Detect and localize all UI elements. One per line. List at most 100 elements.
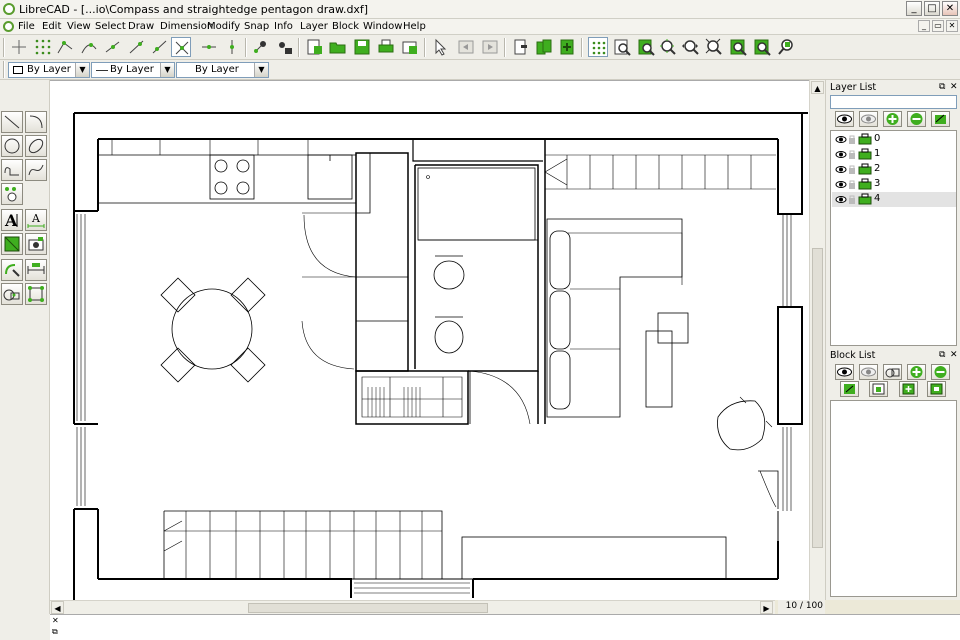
menu-window[interactable]: Window — [363, 21, 402, 32]
new-file-icon[interactable] — [304, 37, 324, 57]
menu-help[interactable]: Help — [403, 21, 426, 32]
doc-close-button[interactable]: ✕ — [946, 20, 958, 32]
show-all-blocks-icon[interactable] — [835, 364, 854, 380]
print-icon[interactable] — [376, 37, 396, 57]
modify-tool-icon[interactable] — [1, 259, 23, 281]
snap-intersection-icon[interactable] — [171, 37, 191, 57]
snap-distance-icon[interactable] — [150, 37, 170, 57]
arc-tool-icon[interactable] — [25, 111, 47, 133]
float-dock-icon[interactable]: ⧉ — [52, 627, 58, 637]
restrict-horizontal-icon[interactable] — [199, 37, 219, 57]
minimize-button[interactable]: _ — [906, 1, 922, 16]
show-all-layers-icon[interactable] — [835, 111, 854, 127]
lock-relative-zero-icon[interactable] — [274, 37, 294, 57]
doc-restore-button[interactable]: ▭ — [932, 20, 944, 32]
close-dock-icon[interactable]: ✕ — [950, 350, 958, 360]
hide-all-blocks-icon[interactable] — [859, 364, 878, 380]
block-properties-icon[interactable] — [927, 381, 946, 397]
zoom-auto-icon[interactable] — [681, 37, 701, 57]
image-tool-icon[interactable] — [25, 233, 47, 255]
add-block-icon[interactable] — [907, 364, 926, 380]
ellipse-tool-icon[interactable] — [25, 135, 47, 157]
horizontal-scroll-thumb[interactable] — [248, 603, 488, 613]
float-dock-icon[interactable]: ⧉ — [939, 82, 945, 92]
cut-icon[interactable] — [510, 37, 530, 57]
scroll-up-icon[interactable]: ▲ — [811, 81, 824, 94]
open-file-icon[interactable] — [328, 37, 348, 57]
doc-minimize-button[interactable]: _ — [918, 20, 930, 32]
save-block-icon[interactable] — [869, 381, 888, 397]
snap-free-icon[interactable] — [9, 37, 29, 57]
layer-row[interactable]: 1 — [832, 147, 956, 162]
select-tool-icon[interactable] — [1, 183, 23, 205]
horizontal-scrollbar[interactable]: ◀ ▶ — [50, 600, 775, 614]
snap-center-icon[interactable] — [103, 37, 123, 57]
text-tool-icon[interactable]: A — [1, 209, 23, 231]
zoom-previous-icon[interactable] — [704, 37, 724, 57]
layer-visibility-lock-print-icon[interactable] — [835, 193, 873, 206]
layer-row[interactable]: 3 — [832, 177, 956, 192]
polyline-tool-icon[interactable] — [1, 159, 23, 181]
menu-draw[interactable]: Draw — [128, 21, 154, 32]
maximize-button[interactable]: □ — [924, 1, 940, 16]
select-pointer-icon[interactable] — [430, 37, 450, 57]
layer-visibility-lock-print-icon[interactable] — [835, 148, 873, 161]
vertical-scrollbar[interactable]: ▲ — [809, 80, 825, 600]
add-layer-icon[interactable] — [883, 111, 902, 127]
relative-zero-icon[interactable] — [250, 37, 270, 57]
snap-middle-icon[interactable] — [127, 37, 147, 57]
remove-layer-icon[interactable] — [907, 111, 926, 127]
menu-snap[interactable]: Snap — [244, 21, 269, 32]
line-width-combo[interactable]: By Layer ▼ — [176, 62, 269, 78]
zoom-redraw-icon[interactable] — [612, 37, 632, 57]
menu-view[interactable]: View — [67, 21, 91, 32]
close-button[interactable]: ✕ — [942, 1, 958, 16]
menu-info[interactable]: Info — [274, 21, 293, 32]
command-line[interactable]: ✕ ⧉ — [50, 614, 960, 640]
hide-all-layers-icon[interactable] — [859, 111, 878, 127]
measure-tool-icon[interactable] — [25, 259, 47, 281]
restrict-vertical-icon[interactable] — [222, 37, 242, 57]
zoom-extra-icon[interactable] — [776, 37, 796, 57]
grid-toggle-icon[interactable] — [588, 37, 608, 57]
zoom-window-icon[interactable] — [728, 37, 748, 57]
layer-visibility-lock-print-icon[interactable] — [835, 178, 873, 191]
spline-tool-icon[interactable] — [25, 159, 47, 181]
circle-tool-icon[interactable] — [1, 135, 23, 157]
chevron-down-icon[interactable]: ▼ — [160, 63, 174, 77]
snap-grid-icon[interactable] — [33, 37, 53, 57]
edit-layer-icon[interactable] — [931, 111, 950, 127]
copy-icon[interactable] — [534, 37, 554, 57]
menu-block[interactable]: Block — [332, 21, 359, 32]
vertical-scroll-thumb[interactable] — [812, 248, 823, 548]
line-type-combo[interactable]: By Layer ▼ — [91, 62, 175, 78]
menu-select[interactable]: Select — [95, 21, 126, 32]
drawing-canvas[interactable] — [50, 80, 809, 600]
zoom-pan-icon[interactable] — [752, 37, 772, 57]
float-dock-icon[interactable]: ⧉ — [939, 350, 945, 360]
layer-row[interactable]: 0 — [832, 132, 956, 147]
layer-visibility-lock-print-icon[interactable] — [835, 133, 873, 146]
close-dock-icon[interactable]: ✕ — [52, 616, 59, 625]
undo-icon[interactable] — [456, 37, 476, 57]
chevron-down-icon[interactable]: ▼ — [75, 63, 89, 77]
line-tool-icon[interactable] — [1, 111, 23, 133]
scroll-right-icon[interactable]: ▶ — [760, 601, 773, 614]
paste-icon[interactable] — [557, 37, 577, 57]
layer-row-selected[interactable]: 4 — [832, 192, 956, 207]
remove-block-icon[interactable] — [931, 364, 950, 380]
menu-modify[interactable]: Modify — [207, 21, 240, 32]
menu-layer[interactable]: Layer — [300, 21, 328, 32]
scroll-left-icon[interactable]: ◀ — [51, 601, 64, 614]
create-block-icon[interactable] — [883, 364, 902, 380]
menu-dimension[interactable]: Dimension — [160, 21, 213, 32]
info-tool-icon[interactable] — [25, 283, 47, 305]
layer-filter-input[interactable] — [830, 95, 957, 109]
zoom-out-icon[interactable] — [658, 37, 678, 57]
layer-row[interactable]: 2 — [832, 162, 956, 177]
close-dock-icon[interactable]: ✕ — [950, 82, 958, 92]
save-file-icon[interactable] — [352, 37, 372, 57]
block-tool-icon[interactable] — [1, 283, 23, 305]
insert-block-icon[interactable] — [899, 381, 918, 397]
menu-edit[interactable]: Edit — [42, 21, 61, 32]
